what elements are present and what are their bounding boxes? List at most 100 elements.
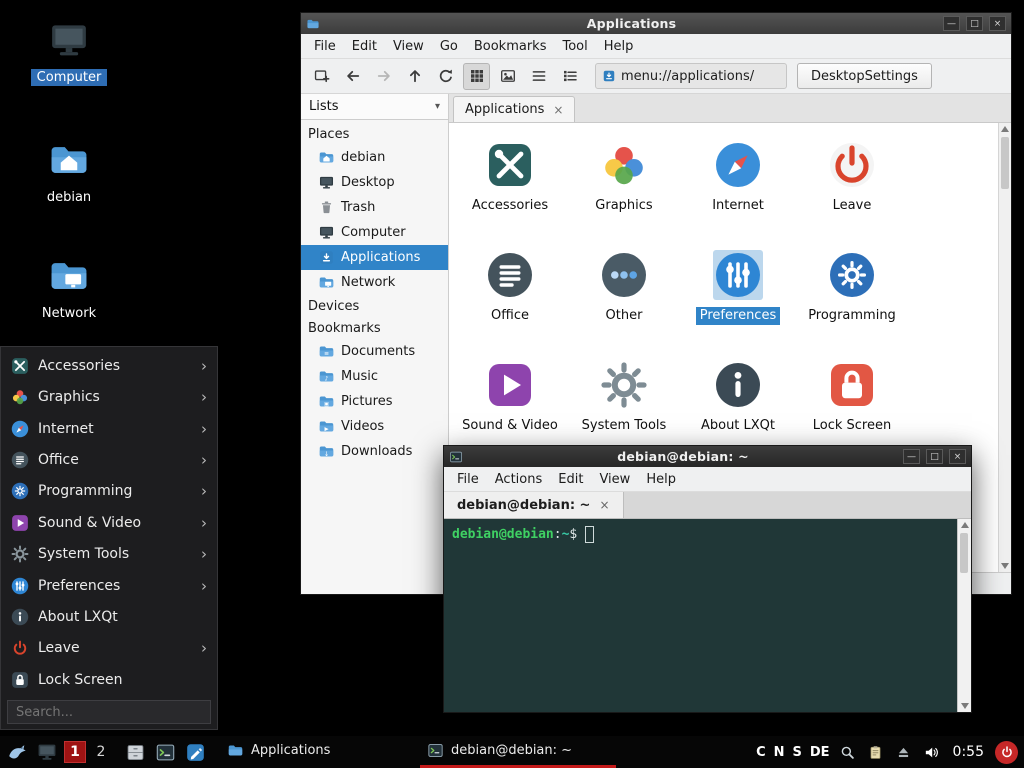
maximize-button[interactable]: □: [966, 16, 983, 31]
screenshot-tool-icon[interactable]: [838, 742, 858, 762]
place-label: Computer: [341, 225, 406, 240]
fm-vertical-scrollbar[interactable]: [998, 123, 1011, 572]
tab-applications[interactable]: Applications ×: [453, 96, 575, 122]
place-computer[interactable]: Computer: [301, 220, 448, 245]
clipboard-icon[interactable]: [866, 742, 886, 762]
detailed-view-button[interactable]: [556, 63, 583, 90]
reload-button[interactable]: [432, 63, 459, 90]
menu-item-lock-screen[interactable]: Lock Screen: [1, 664, 217, 695]
scroll-up-icon[interactable]: [961, 522, 969, 528]
quicklaunch-editor[interactable]: [182, 739, 208, 765]
menu-file[interactable]: File: [306, 36, 344, 57]
minimize-button[interactable]: —: [903, 449, 920, 464]
home-folder-icon: [47, 138, 91, 182]
side-pane-mode-combo[interactable]: Lists ▾: [301, 94, 448, 120]
place-trash[interactable]: Trash: [301, 195, 448, 220]
terminal-tab[interactable]: debian@debian: ~ ×: [444, 492, 624, 518]
menu-edit[interactable]: Edit: [344, 36, 385, 57]
place-applications[interactable]: Applications: [301, 245, 448, 270]
app-category-accessories[interactable]: Accessories: [453, 135, 567, 245]
task-button-applications[interactable]: Applications: [220, 736, 416, 768]
scroll-up-icon[interactable]: [1001, 126, 1009, 132]
terminal-output[interactable]: debian@debian:~$: [444, 519, 971, 712]
shutdown-button[interactable]: [995, 741, 1018, 764]
app-category-programming[interactable]: Programming: [795, 245, 909, 355]
quicklaunch-file-manager[interactable]: [122, 739, 148, 765]
menu-item-office[interactable]: Office ›: [1, 444, 217, 475]
app-category-other[interactable]: Other: [567, 245, 681, 355]
bookmark-music[interactable]: ♪ Music: [301, 364, 448, 389]
workspace-1-button[interactable]: 1: [64, 741, 86, 763]
menu-item-internet[interactable]: Internet ›: [1, 413, 217, 444]
thumbnail-view-button[interactable]: [494, 63, 521, 90]
app-category-preferences[interactable]: Preferences: [681, 245, 795, 355]
desktop-settings-button[interactable]: DesktopSettings: [797, 63, 932, 89]
maximize-button[interactable]: □: [926, 449, 943, 464]
place-label: Desktop: [341, 175, 395, 190]
compact-view-button[interactable]: [525, 63, 552, 90]
bookmark-videos[interactable]: ▶ Videos: [301, 414, 448, 439]
menu-search-input[interactable]: [8, 705, 210, 720]
fm-title-bar[interactable]: Applications — □ ×: [301, 13, 1011, 34]
desktop-icon-network[interactable]: Network: [23, 254, 115, 322]
menu-item-preferences[interactable]: Preferences ›: [1, 570, 217, 601]
new-tab-button[interactable]: [308, 63, 335, 90]
menu-item-programming[interactable]: Programming ›: [1, 476, 217, 507]
close-button[interactable]: ×: [949, 449, 966, 464]
menu-go[interactable]: Go: [432, 36, 466, 57]
terminal-scrollbar[interactable]: [957, 519, 971, 712]
tab-close-icon[interactable]: ×: [599, 498, 609, 512]
scrollbar-thumb[interactable]: [1001, 137, 1009, 189]
forward-button[interactable]: [370, 63, 397, 90]
volume-icon[interactable]: [922, 742, 942, 762]
menu-item-accessories[interactable]: Accessories ›: [1, 350, 217, 381]
place-network[interactable]: Network: [301, 270, 448, 295]
desktop-icon-debian[interactable]: debian: [23, 138, 115, 206]
path-input[interactable]: [621, 69, 780, 84]
minimize-button[interactable]: —: [943, 16, 960, 31]
menu-tool[interactable]: Tool: [554, 36, 595, 57]
keyboard-layout-indicator[interactable]: DE: [810, 745, 830, 760]
menu-file[interactable]: File: [449, 469, 487, 490]
bookmark-downloads[interactable]: ↓ Downloads: [301, 439, 448, 464]
path-bar[interactable]: [595, 63, 787, 89]
show-desktop-button[interactable]: [34, 739, 60, 765]
menu-actions[interactable]: Actions: [487, 469, 551, 490]
place-desktop[interactable]: Desktop: [301, 170, 448, 195]
clock[interactable]: 0:55: [953, 744, 984, 760]
bookmark-label: Documents: [341, 344, 415, 359]
terminal-title-bar[interactable]: debian@debian: ~ — □ ×: [444, 446, 971, 467]
menu-help[interactable]: Help: [638, 469, 684, 490]
close-button[interactable]: ×: [989, 16, 1006, 31]
scroll-down-icon[interactable]: [961, 703, 969, 709]
menu-view[interactable]: View: [591, 469, 638, 490]
app-category-leave[interactable]: Leave: [795, 135, 909, 245]
desktop-icon-computer[interactable]: Computer: [23, 18, 115, 86]
bookmark-documents[interactable]: ≡ Documents: [301, 339, 448, 364]
tab-close-icon[interactable]: ×: [553, 103, 563, 117]
menu-edit[interactable]: Edit: [550, 469, 591, 490]
bookmark-pictures[interactable]: ▣ Pictures: [301, 389, 448, 414]
app-category-internet[interactable]: Internet: [681, 135, 795, 245]
start-menu-button[interactable]: [4, 739, 30, 765]
menu-item-about-lxqt[interactable]: About LXQt: [1, 601, 217, 632]
scrollbar-thumb[interactable]: [960, 533, 968, 573]
menu-item-graphics[interactable]: Graphics ›: [1, 381, 217, 412]
quicklaunch-terminal[interactable]: [152, 739, 178, 765]
menu-item-leave[interactable]: Leave ›: [1, 633, 217, 664]
app-category-office[interactable]: Office: [453, 245, 567, 355]
workspace-2-button[interactable]: 2: [90, 741, 112, 763]
menu-help[interactable]: Help: [596, 36, 642, 57]
icon-view-button[interactable]: [463, 63, 490, 90]
back-button[interactable]: [339, 63, 366, 90]
menu-view[interactable]: View: [385, 36, 432, 57]
menu-bookmarks[interactable]: Bookmarks: [466, 36, 555, 57]
app-category-graphics[interactable]: Graphics: [567, 135, 681, 245]
task-button-terminal[interactable]: debian@debian: ~: [420, 736, 616, 768]
up-button[interactable]: [401, 63, 428, 90]
removable-media-icon[interactable]: [894, 742, 914, 762]
menu-item-system-tools[interactable]: System Tools ›: [1, 538, 217, 569]
menu-item-sound-video[interactable]: Sound & Video ›: [1, 507, 217, 538]
scroll-down-icon[interactable]: [1001, 563, 1009, 569]
place-debian[interactable]: debian: [301, 145, 448, 170]
